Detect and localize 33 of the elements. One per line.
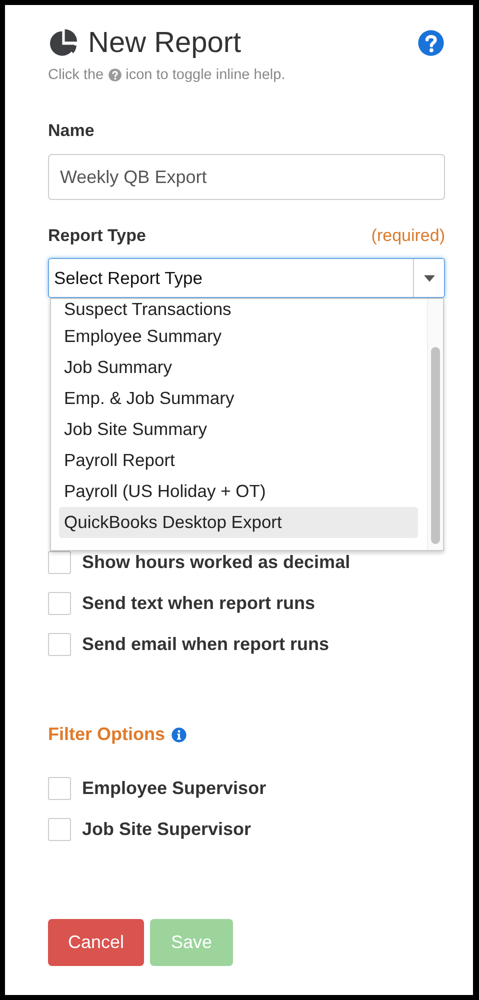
- checkbox-label: Send email when report runs: [82, 634, 330, 655]
- cancel-button[interactable]: Cancel: [48, 919, 144, 966]
- field-label: Name: [48, 121, 96, 141]
- help-icon: [108, 68, 122, 82]
- section-title: Filter Options: [48, 724, 165, 745]
- checkbox[interactable]: [48, 777, 71, 800]
- checkbox[interactable]: [48, 551, 71, 574]
- checkbox[interactable]: [48, 633, 71, 656]
- checkbox-label: Send text when report runs: [82, 593, 316, 614]
- checkbox-label: Job Site Supervisor: [82, 819, 252, 840]
- pie-chart-icon: [48, 28, 79, 58]
- dropdown-option[interactable]: Emp. & Job Summary: [59, 383, 418, 414]
- caret-icon: [424, 274, 434, 282]
- help-icon[interactable]: [417, 29, 445, 57]
- name-field[interactable]: Weekly QB Export: [48, 154, 445, 200]
- hint-text: Click the: [48, 67, 104, 83]
- hint-text: icon to toggle inline help.: [126, 67, 286, 83]
- page-title: New Report: [88, 26, 242, 60]
- dropdown-option[interactable]: Job Summary: [59, 352, 418, 383]
- dropdown-option[interactable]: Suspect Transactions: [59, 299, 418, 321]
- dropdown-option[interactable]: QuickBooks Desktop Export: [59, 507, 418, 538]
- scrollbar-thumb[interactable]: [431, 347, 440, 544]
- dropdown-option[interactable]: Payroll (US Holiday + OT): [59, 476, 418, 507]
- required-note: (required): [371, 226, 445, 246]
- dropdown-option[interactable]: Payroll Report: [59, 445, 418, 476]
- checkbox[interactable]: [48, 592, 71, 615]
- field-label: Report Type: [48, 226, 146, 246]
- checkbox-label: Employee Supervisor: [82, 778, 266, 799]
- dropdown-option[interactable]: Employee Summary: [59, 321, 418, 352]
- checkbox-label: Show hours worked as decimal: [82, 552, 350, 573]
- checkbox[interactable]: [48, 818, 71, 841]
- dropdown-option[interactable]: Job Site Summary: [59, 414, 418, 445]
- info-icon[interactable]: [171, 726, 187, 742]
